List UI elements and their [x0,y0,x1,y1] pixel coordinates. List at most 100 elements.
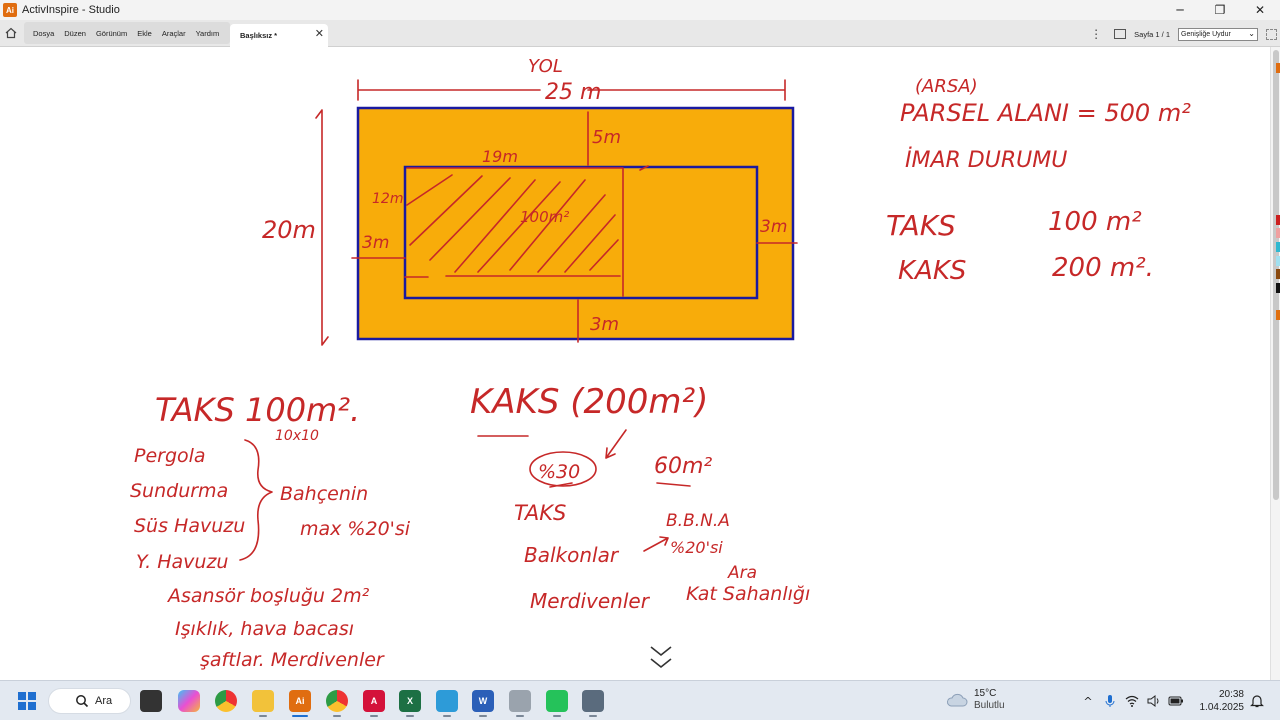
flipchart-canvas[interactable]: YOL 25 m 20m 5m 3m 3m 3m 19m 12m 100m² (… [0,47,1270,680]
search-icon [76,695,89,708]
document-tab[interactable]: Başlıksız * ✕ [230,24,328,47]
acrobat-icon[interactable]: A [363,690,385,712]
chevron-up-icon[interactable]: ^ [1080,693,1096,709]
chrome-profile-icon[interactable] [326,690,348,712]
palette-swatch[interactable] [1276,242,1280,252]
copilot-icon[interactable] [178,690,200,712]
taks-center: TAKS [514,501,566,525]
menu-araclar[interactable]: Araçlar [162,29,186,38]
clock-date: 1.04.2025 [1199,702,1245,713]
clock-time: 20:38 [1218,689,1244,700]
menu-gorunum[interactable]: Görünüm [96,29,127,38]
menu-duzen[interactable]: Düzen [64,29,86,38]
weather-widget[interactable]: 15°C Bulutlu [946,688,1005,712]
kaks-right-value: 200 m². [1052,253,1154,283]
building-depth-label: 12m [372,191,403,207]
whiteboard-text: YOL 25 m 20m 5m 3m 3m 3m 19m 12m 100m² (… [130,56,1191,671]
document-tab-label: Başlıksız * [240,31,278,40]
home-icon [5,27,17,39]
balkon-arrow [643,536,669,552]
front-setback-label: 5m [592,127,621,148]
windows-start-icon[interactable] [16,690,38,712]
running-indicator [479,715,487,717]
main-menu: Dosya Düzen Görünüm Ekle Araçlar Yardım [24,22,231,44]
running-indicator [333,715,341,717]
taskbar-search[interactable]: Ara [48,688,131,714]
running-indicator [443,715,451,717]
app-icon[interactable] [509,690,531,712]
calculator-icon[interactable] [582,690,604,712]
system-tray: ^ [1080,693,1190,709]
parsel-alani-label: PARSEL ALANI = 500 m² [900,99,1191,127]
menu-bar: Dosya Düzen Görünüm Ekle Araçlar Yardım … [0,20,1280,47]
more-options-icon[interactable]: ⋮ [1090,27,1102,41]
brace-note-bahcenin: Bahçenin [280,483,368,505]
restore-button[interactable]: ❐ [1200,0,1240,20]
minimize-button[interactable]: ─ [1160,0,1200,20]
weather-temp: 15°C [974,688,997,699]
asansor-line: Asansör boşluğu 2m² [166,585,370,607]
kaks-arrow [605,429,627,459]
presentation-icon[interactable] [1114,29,1127,39]
cloud-icon [947,693,968,707]
left-setback-label: 3m [362,233,389,253]
saftlar-line: şaftlar. Merdivenler [200,649,385,671]
home-button[interactable] [2,23,20,43]
activinspire-icon[interactable]: Ai [289,690,311,712]
close-button[interactable]: ✕ [1240,0,1280,20]
bbna-label: B.B.N.A [666,511,730,531]
menu-dosya[interactable]: Dosya [33,29,54,38]
building-width-label: 19m [482,147,518,166]
palette-swatch[interactable] [1276,310,1280,320]
clock[interactable]: 20:38 1.04.2025 [1198,688,1245,714]
taks-right-label: TAKS [886,209,956,242]
palette-swatch[interactable] [1276,63,1280,73]
palette-swatch[interactable] [1276,269,1280,279]
menu-ekle[interactable]: Ekle [137,29,152,38]
zoom-select[interactable]: Genişliğe Uydur ⌄ [1178,27,1258,41]
running-indicator [259,715,267,717]
kaks-center-heading: KAKS (200m²) [470,382,708,422]
kat-sahanligi-label: Kat Sahanlığı [686,583,810,605]
tab-close-icon[interactable]: ✕ [315,27,324,40]
speaker-icon[interactable] [1146,693,1162,709]
balkonlar-label: Balkonlar [524,543,620,567]
camera-icon[interactable] [546,690,568,712]
palette-swatch[interactable] [1276,283,1280,293]
vertical-scrollbar[interactable] [1270,47,1280,680]
brace-note-max: max %20'si [300,518,411,540]
outlook-icon[interactable] [436,690,458,712]
list-item-pergola: Pergola [134,445,206,467]
sixty-underline [656,482,691,487]
word-icon[interactable]: W [472,690,494,712]
search-label: Ara [95,695,113,707]
taskbar: Ara Ai A X W 15°C Bulutlu ^ 20:38 1.04.2… [0,680,1280,720]
microphone-icon[interactable] [1102,693,1118,709]
building-area-label: 100m² [520,208,569,226]
list-item-y-havuzu: Y. Havuzu [136,551,228,573]
excel-icon[interactable]: X [399,690,421,712]
fullscreen-icon[interactable] [1266,28,1277,40]
window-controls: ─ ❐ ✕ [1160,0,1280,20]
list-item-sus-havuzu: Süs Havuzu [134,515,245,537]
arsa-label: (ARSA) [915,76,978,97]
file-explorer-icon[interactable] [252,690,274,712]
palette-swatch[interactable] [1276,228,1280,238]
battery-icon[interactable] [1168,693,1184,709]
list-brace [239,439,273,561]
palette-swatch[interactable] [1276,215,1280,225]
palette-swatch[interactable] [1276,256,1280,266]
scroll-down-chevron-icon [650,646,672,669]
merdivenler-label: Merdivenler [530,589,651,613]
notification-bell-icon[interactable] [1250,694,1264,708]
taks-right-value: 100 m² [1048,207,1142,237]
isiklik-line: Işıklık, hava bacası [175,618,354,640]
menu-yardim[interactable]: Yardım [196,29,220,38]
task-view-icon[interactable] [140,690,162,712]
running-indicator [589,715,597,717]
chrome-icon[interactable] [215,690,237,712]
window-title: ActivInspire - Studio [22,4,120,16]
imar-durumu-label: İMAR DURUMU [905,147,1067,173]
wifi-icon[interactable] [1124,693,1140,709]
road-label: YOL [528,56,563,77]
